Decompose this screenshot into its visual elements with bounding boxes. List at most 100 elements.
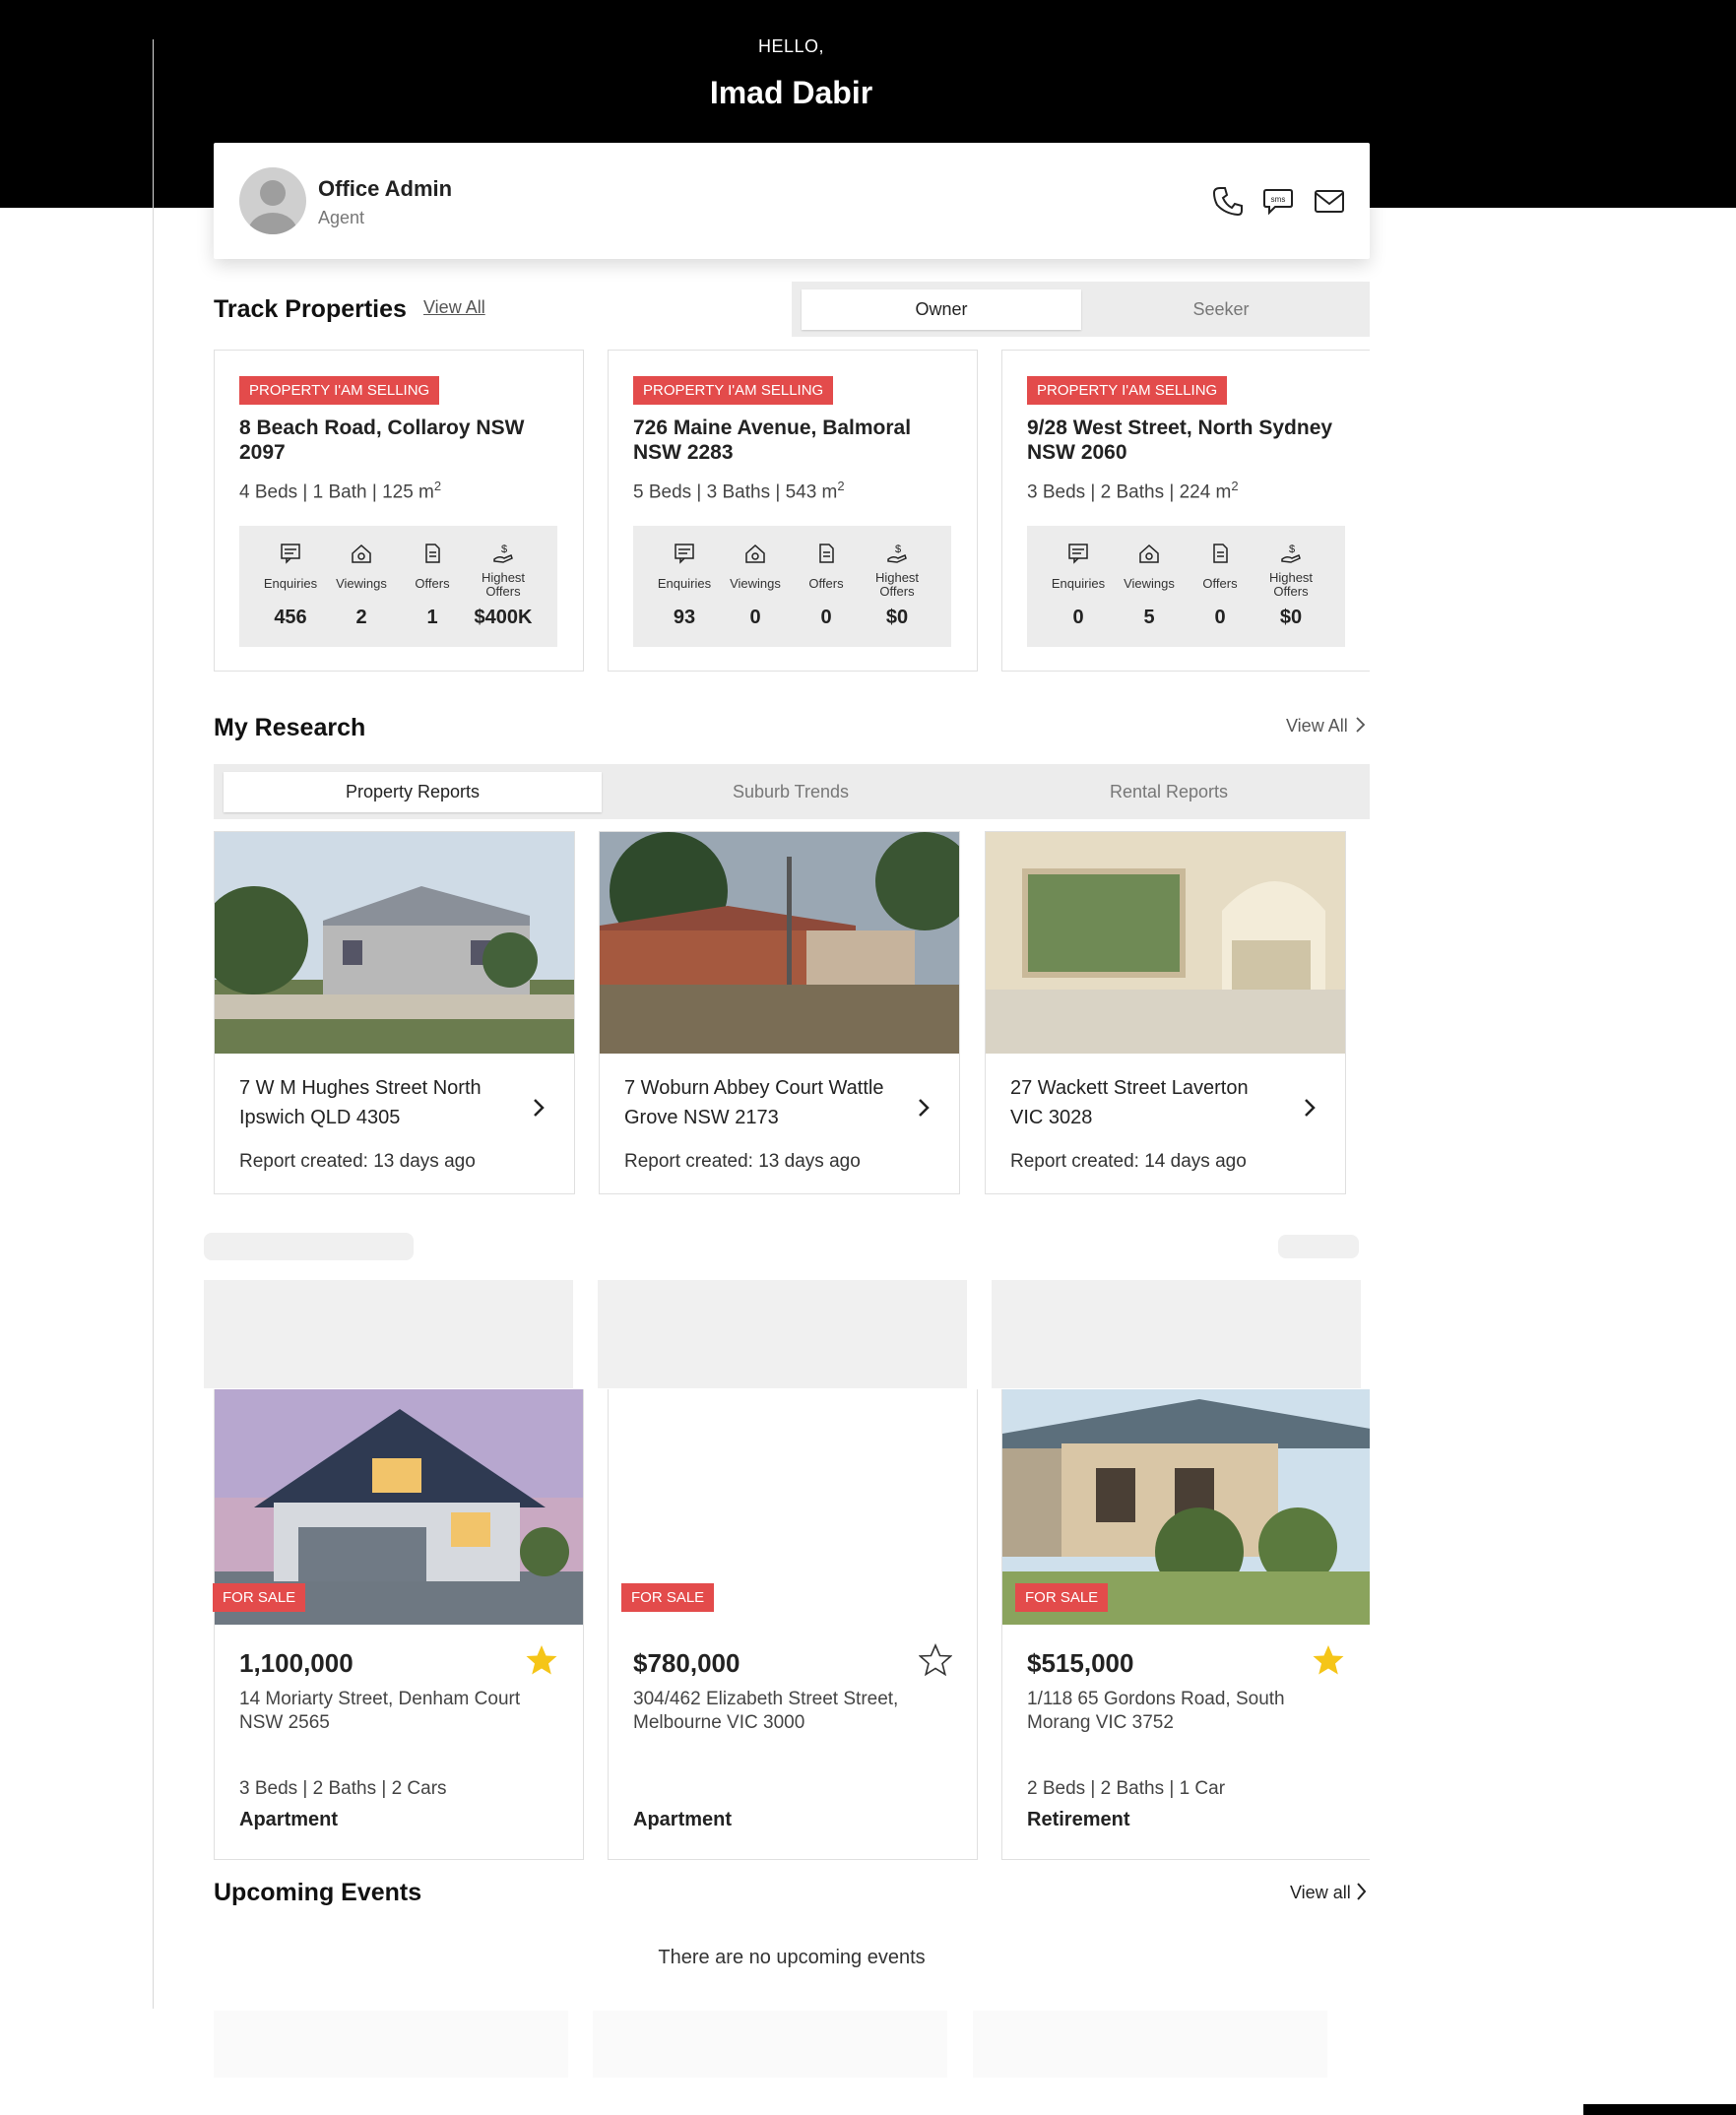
skeleton-card <box>992 1280 1361 1388</box>
selling-tag: PROPERTY I'AM SELLING <box>239 376 440 405</box>
selling-tag: PROPERTY I'AM SELLING <box>633 376 834 405</box>
report-card[interactable]: 7 W M Hughes Street North Ipswich QLD 43… <box>214 831 575 1194</box>
stat-value: 0 <box>1214 607 1226 628</box>
stat-value: 456 <box>274 607 307 628</box>
track-stats: Enquiries 0 Viewings 5 Offers 0 $ Highest Of… <box>1027 526 1345 647</box>
offers-icon <box>425 544 440 563</box>
sms-icon[interactable]: sms <box>1261 184 1295 218</box>
stat-value: 0 <box>1072 607 1084 628</box>
corner-block <box>1583 2104 1736 2115</box>
offers-icon <box>819 544 834 563</box>
report-photo <box>215 832 574 1054</box>
skeleton-link <box>1278 1235 1359 1258</box>
star-outline-icon[interactable] <box>919 1643 952 1677</box>
skeleton-card <box>214 2011 568 2078</box>
track-stats: Enquiries 456 Viewings 2 Offers 1 $ Highest … <box>239 526 557 647</box>
highest-offers-icon: $ <box>493 544 513 563</box>
star-filled-icon[interactable] <box>1312 1643 1345 1677</box>
enquiries-icon <box>281 544 300 564</box>
owner-seeker-toggle: Owner Seeker <box>792 282 1370 337</box>
enquiries-icon <box>675 544 694 564</box>
track-details: 5 Beds | 3 Baths | 543 m2 <box>633 479 845 503</box>
highest-offers-icon: $ <box>887 544 907 563</box>
phone-icon[interactable] <box>1211 184 1245 218</box>
stat-value: 93 <box>673 607 696 628</box>
report-created: Report created: 14 days ago <box>1010 1151 1247 1172</box>
listing-card[interactable]: FOR SALE $515,000 1/118 65 Gordons Road,… <box>1001 1389 1370 1860</box>
skeleton-title <box>204 1233 414 1260</box>
track-card[interactable]: PROPERTY I'AM SELLING 9/28 West Street, … <box>1001 350 1370 672</box>
tab-rental-reports[interactable]: Rental Reports <box>980 772 1358 812</box>
star-filled-icon[interactable] <box>525 1643 558 1677</box>
chevron-right-icon[interactable] <box>531 1096 547 1120</box>
stat-value: $400K <box>474 607 533 628</box>
track-details: 3 Beds | 2 Baths | 224 m2 <box>1027 479 1239 503</box>
listing-address: 304/462 Elizabeth Street Street, Melbour… <box>633 1689 899 1733</box>
stat-value: $0 <box>1279 607 1303 628</box>
track-address: 8 Beach Road, Collaroy NSW 2097 <box>239 417 525 464</box>
skeleton-card <box>598 1280 967 1388</box>
chevron-right-icon <box>1356 1883 1367 1900</box>
stat-label: Offers <box>808 576 844 591</box>
listing-type: Apartment <box>239 1809 339 1830</box>
toggle-owner[interactable]: Owner <box>802 289 1081 330</box>
viewings-icon <box>352 544 371 563</box>
agent-name: Office Admin <box>318 176 453 201</box>
avatar <box>239 167 306 234</box>
report-card[interactable]: 7 Woburn Abbey Court Wattle Grove NSW 21… <box>599 831 960 1194</box>
track-card[interactable]: PROPERTY I'AM SELLING 726 Maine Avenue, … <box>608 350 978 672</box>
listing-card[interactable]: FOR SALE $780,000 304/462 Elizabeth Stre… <box>608 1389 978 1860</box>
stat-label: Offers <box>415 576 450 591</box>
viewings-icon <box>1139 544 1159 563</box>
listing-price: $515,000 <box>1027 1648 1134 1678</box>
events-view-all-link[interactable]: View all <box>1290 1882 1367 1903</box>
mail-icon[interactable] <box>1313 184 1346 218</box>
chevron-right-icon[interactable] <box>916 1096 932 1120</box>
highest-offers-icon: $ <box>1281 544 1301 563</box>
skeleton-card <box>204 1280 573 1388</box>
track-card[interactable]: PROPERTY I'AM SELLING 8 Beach Road, Coll… <box>214 350 584 672</box>
agent-card: Office Admin Agent sms <box>214 143 1370 259</box>
report-photo <box>986 832 1345 1054</box>
report-address: 27 Wackett Street Laverton VIC 3028 <box>1010 1077 1249 1128</box>
stat-label: Enquiries <box>657 576 712 591</box>
events-title: Upcoming Events <box>214 1879 422 1906</box>
listing-price: 1,100,000 <box>239 1648 354 1678</box>
svg-text:sms: sms <box>1271 195 1286 204</box>
listing-type: Apartment <box>633 1809 733 1830</box>
listing-type: Retirement <box>1027 1809 1130 1830</box>
svg-text:$: $ <box>501 544 507 555</box>
enquiries-icon <box>1068 544 1088 564</box>
report-card[interactable]: 27 Wackett Street Laverton VIC 3028 Repo… <box>985 831 1346 1194</box>
stat-value: 0 <box>820 607 832 628</box>
stat-value: $0 <box>885 607 909 628</box>
listing-details: 3 Beds | 2 Baths | 2 Cars <box>239 1778 447 1799</box>
svg-text:$: $ <box>1289 544 1295 555</box>
report-address: 7 W M Hughes Street North Ipswich QLD 43… <box>239 1077 482 1128</box>
stat-label: Viewings <box>1124 576 1175 591</box>
stat-label: Highest Offers <box>874 570 920 599</box>
track-view-all-link[interactable]: View All <box>423 297 485 318</box>
for-sale-tag: FOR SALE <box>213 1583 306 1612</box>
track-stats: Enquiries 93 Viewings 0 Offers 0 $ Highest O… <box>633 526 951 647</box>
selling-tag: PROPERTY I'AM SELLING <box>1027 376 1228 405</box>
stat-value: 2 <box>355 607 367 628</box>
greeting: HELLO, <box>757 36 825 56</box>
report-created: Report created: 13 days ago <box>624 1151 861 1172</box>
left-rule <box>153 39 154 2009</box>
listing-address: 14 Moriarty Street, Denham Court NSW 256… <box>239 1689 521 1733</box>
offers-icon <box>1213 544 1228 563</box>
listing-card[interactable]: FOR SALE 1,100,000 14 Moriarty Street, D… <box>213 1389 584 1860</box>
research-title: My Research <box>214 714 366 741</box>
report-address: 7 Woburn Abbey Court Wattle Grove NSW 21… <box>624 1077 884 1128</box>
research-view-all-link[interactable]: View All <box>1286 716 1366 737</box>
user-name: Imad Dabir <box>709 75 873 110</box>
toggle-seeker[interactable]: Seeker <box>1081 289 1361 330</box>
svg-text:$: $ <box>895 544 901 555</box>
tab-property-reports[interactable]: Property Reports <box>224 772 602 812</box>
tab-suburb-trends[interactable]: Suburb Trends <box>602 772 980 812</box>
chevron-right-icon[interactable] <box>1302 1096 1318 1120</box>
track-details: 4 Beds | 1 Bath | 125 m2 <box>239 479 442 503</box>
stat-value: 5 <box>1143 607 1155 628</box>
stat-value: 0 <box>749 607 761 628</box>
